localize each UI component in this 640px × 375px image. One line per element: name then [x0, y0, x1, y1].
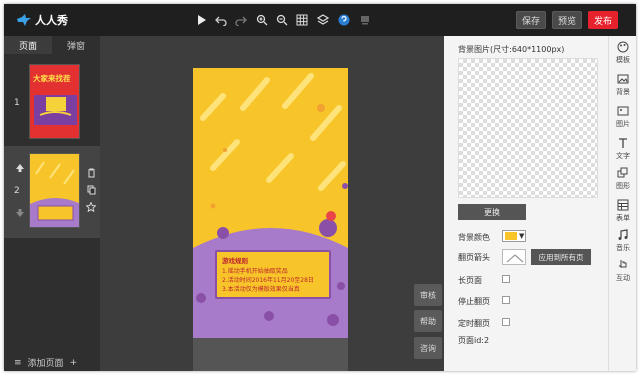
tool-music[interactable]: 音乐 [609, 226, 636, 256]
tool-form[interactable]: 表单 [609, 196, 636, 226]
rules-line: 3.本活动仅为模版效果仅当真 [222, 286, 300, 293]
publish-button[interactable]: 发布 [588, 11, 618, 29]
page-number: 2 [14, 186, 20, 196]
app-logo[interactable]: 人人秀 [16, 12, 68, 28]
move-up-icon[interactable] [15, 163, 25, 173]
layers-icon[interactable] [316, 13, 330, 27]
left-tabs: 页面 弹窗 [4, 36, 100, 54]
text-icon [619, 138, 627, 148]
page-thumbnail-1[interactable]: 大家来找茬 [29, 64, 80, 139]
star-icon[interactable] [86, 202, 96, 212]
tool-label: 文字 [616, 152, 630, 160]
game-rules-box[interactable]: 游戏规则 1.摇动手机开始抽取奖品 2.活动时间2016年11月20至28日 3… [215, 250, 331, 299]
long-page-checkbox[interactable] [502, 275, 510, 283]
grid-icon[interactable] [295, 13, 309, 27]
tab-popups[interactable]: 弹窗 [52, 36, 100, 54]
zoom-out-icon[interactable] [275, 13, 289, 27]
bg-image-label: 背景图片(尺寸:640*1100px) [458, 45, 565, 54]
apply-all-pages-button[interactable]: 应用到所有页 [531, 249, 591, 265]
timed-flip-label: 定时翻页 [458, 319, 490, 328]
interact-icon [618, 260, 627, 268]
arrow-preview-icon [506, 254, 524, 263]
dropdown-arrow-icon: ▼ [519, 232, 525, 240]
canvas-footer [193, 338, 348, 371]
page-canvas[interactable]: 游戏规则 1.摇动手机开始抽取奖品 2.活动时间2016年11月20至28日 3… [193, 68, 348, 338]
save-button[interactable]: 保存 [516, 11, 546, 29]
page-thumbnail-2[interactable] [29, 153, 80, 228]
app-name: 人人秀 [35, 14, 68, 27]
zoom-in-icon[interactable] [255, 13, 269, 27]
bird-logo-icon [17, 14, 31, 26]
color-swatch [505, 232, 517, 240]
bg-color-label: 背景颜色 [458, 233, 490, 242]
tool-label: 背景 [616, 88, 630, 96]
page-number: 1 [14, 98, 20, 108]
move-down-icon[interactable] [15, 208, 25, 218]
consult-button[interactable]: 咨询 [414, 337, 442, 359]
rules-line: 1.摇动手机开始抽取奖品 [222, 268, 288, 275]
review-button[interactable]: 审核 [414, 284, 442, 306]
flip-arrow-preview[interactable] [502, 249, 526, 265]
tool-template[interactable]: 模板 [609, 38, 636, 68]
image-icon [617, 74, 629, 84]
preview-button[interactable]: 预览 [552, 11, 582, 29]
tool-text[interactable]: 文字 [609, 134, 636, 164]
stop-flip-label: 停止翻页 [458, 297, 490, 306]
palette-icon [617, 41, 629, 53]
tool-label: 图片 [616, 120, 630, 128]
menu-icon[interactable]: ≡ [14, 358, 22, 368]
tool-image[interactable]: 图片 [609, 102, 636, 132]
page-list-panel: 页面 弹窗 1 大家来找茬 2 ≡ 添加页面 + [4, 36, 100, 371]
form-icon [617, 199, 629, 211]
picture-icon [617, 106, 629, 116]
shape-icon [617, 167, 628, 178]
help-button[interactable]: 帮助 [414, 310, 442, 332]
tool-background[interactable]: 背景 [609, 70, 636, 100]
page-2-preview [30, 154, 79, 227]
tool-label: 图形 [616, 182, 630, 190]
editor-window: 人人秀 保存 预览 发布 页面 弹窗 1 大家来找茬 2 ≡ 添加页面 + 游戏… [4, 4, 636, 371]
screen-icon[interactable] [358, 13, 372, 27]
tool-label: 表单 [616, 214, 630, 222]
properties-panel: 背景图片(尺寸:640*1100px) 更换 背景颜色 ▼ 翻页箭头 应用到所有… [444, 36, 608, 371]
tool-interact[interactable]: 互动 [609, 256, 636, 286]
copy-icon[interactable] [86, 185, 96, 195]
trash-icon[interactable] [86, 168, 96, 178]
add-page-label: 添加页面 [27, 359, 64, 369]
rules-title: 游戏规则 [222, 257, 248, 265]
plus-icon[interactable]: + [70, 358, 78, 368]
timed-flip-checkbox[interactable] [502, 318, 510, 326]
replace-bg-button[interactable]: 更换 [458, 204, 526, 220]
music-icon [618, 229, 628, 240]
long-page-label: 长页面 [458, 276, 482, 285]
play-icon[interactable] [194, 13, 208, 27]
top-toolbar: 人人秀 保存 预览 发布 [4, 4, 636, 36]
canvas-area: 游戏规则 1.摇动手机开始抽取奖品 2.活动时间2016年11月20至28日 3… [100, 36, 444, 371]
add-page-bar[interactable]: ≡ 添加页面 + [14, 356, 78, 370]
right-toolbar: 模板 背景 图片 文字 图形 表单 音乐 互动 [608, 36, 636, 371]
undo-icon[interactable] [214, 13, 228, 27]
rules-line: 2.活动时间2016年11月20至28日 [222, 277, 314, 284]
bg-color-picker[interactable]: ▼ [502, 230, 526, 242]
tool-label: 互动 [616, 274, 630, 282]
flip-arrow-label: 翻页箭头 [458, 253, 490, 262]
tool-shape[interactable]: 图形 [609, 164, 636, 194]
tool-label: 音乐 [616, 244, 630, 252]
tool-label: 模板 [616, 56, 630, 64]
redo-icon[interactable] [234, 13, 248, 27]
stop-flip-checkbox[interactable] [502, 296, 510, 304]
page-id: 页面id:2 [458, 336, 490, 345]
bg-image-preview[interactable] [458, 58, 598, 198]
page-1-thumb-text: 大家来找茬 [33, 74, 71, 83]
help-circle-icon[interactable] [337, 13, 351, 27]
tab-pages[interactable]: 页面 [4, 36, 52, 54]
